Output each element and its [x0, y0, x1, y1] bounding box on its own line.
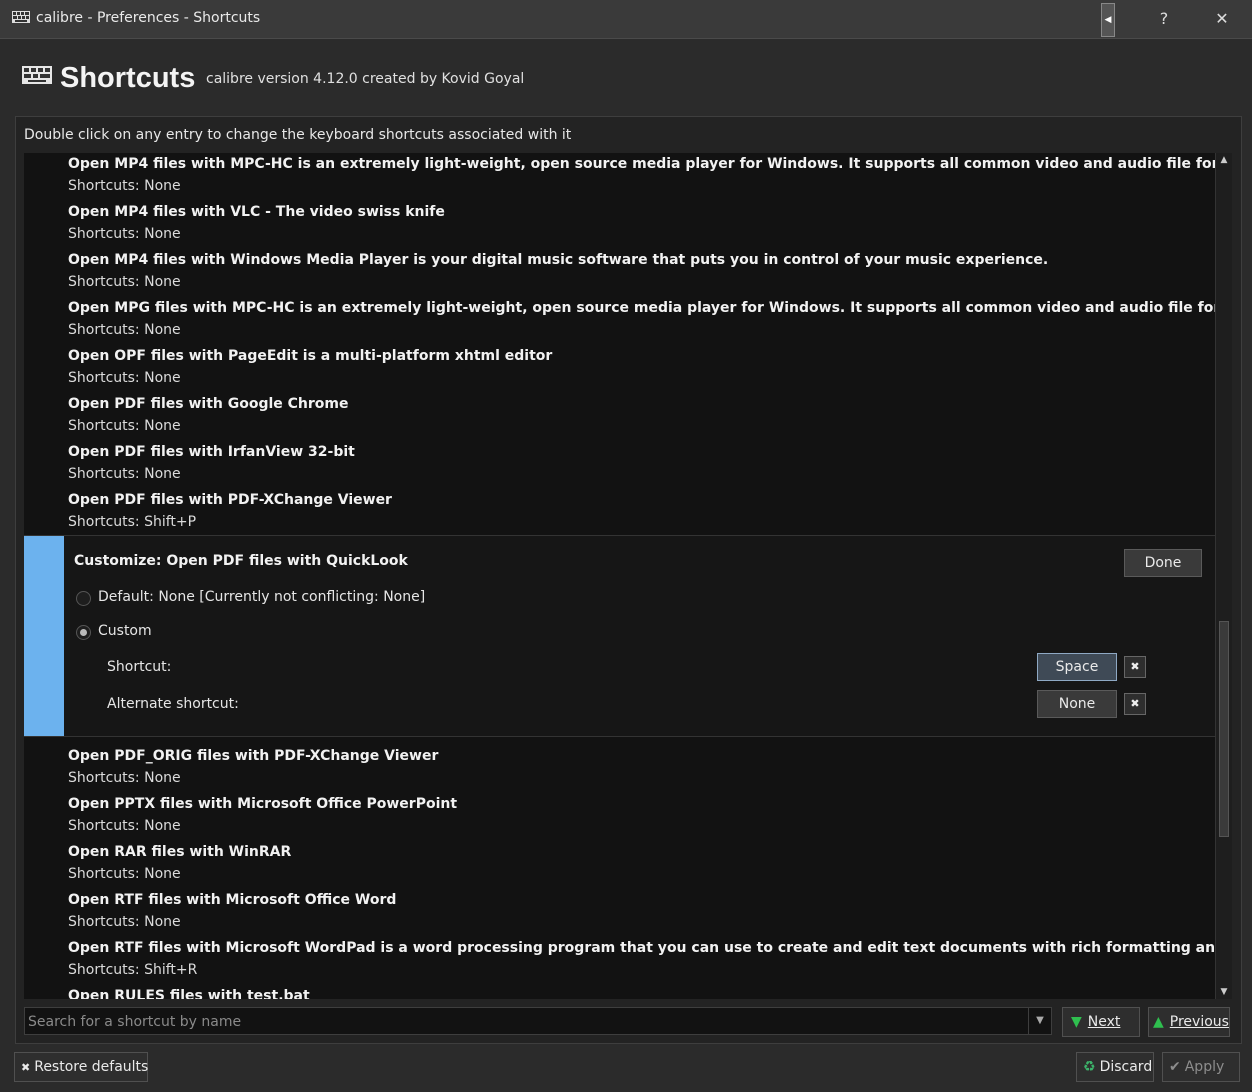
entry-shortcut: Shortcuts: None	[68, 226, 181, 242]
default-radio[interactable]	[76, 591, 91, 606]
entry-shortcut: Shortcuts: None	[68, 770, 181, 786]
discard-label: Discard	[1099, 1059, 1153, 1075]
shortcuts-panel: Double click on any entry to change the …	[15, 116, 1242, 1044]
entry-shortcut: Shortcuts: None	[68, 914, 181, 930]
entry-title: Open PDF files with IrfanView 32-bit	[68, 444, 355, 460]
shortcut-label: Shortcut:	[107, 659, 172, 675]
next-label: Next	[1087, 1014, 1121, 1030]
chevron-left-icon[interactable]: ◀	[1101, 3, 1115, 37]
keyboard-icon	[22, 66, 52, 84]
entry-title: Open MP4 files with Windows Media Player…	[68, 252, 1049, 268]
list-item[interactable]: Open PPTX files with Microsoft Office Po…	[68, 793, 1214, 841]
list-item[interactable]: Open RTF files with Microsoft WordPad is…	[68, 937, 1215, 985]
list-item[interactable]: Open MP4 files with MPC-HC is an extreme…	[68, 153, 1215, 201]
previous-label: Previous	[1169, 1014, 1229, 1030]
entry-shortcut: Shortcuts: None	[68, 466, 181, 482]
custom-radio[interactable]	[76, 625, 91, 640]
entry-shortcut: Shortcuts: None	[68, 818, 181, 834]
next-button[interactable]: ▼ Next	[1062, 1007, 1140, 1037]
check-circle-icon: ✔	[1169, 1059, 1181, 1075]
done-button[interactable]: Done	[1124, 549, 1202, 577]
list-item[interactable]: Open RULES files with test.bat	[68, 985, 1214, 999]
entry-shortcut: Shortcuts: None	[68, 418, 181, 434]
list-item[interactable]: Open MP4 files with VLC - The video swis…	[68, 201, 1214, 249]
entry-title: Open MP4 files with VLC - The video swis…	[68, 204, 445, 220]
entry-title: Open RTF files with Microsoft Office Wor…	[68, 892, 397, 908]
custom-label[interactable]: Custom	[98, 623, 152, 639]
title-bar: calibre - Preferences - Shortcuts ◀ ? ✕	[0, 0, 1252, 39]
window-title: calibre - Preferences - Shortcuts	[36, 10, 261, 26]
list-item[interactable]: Open PDF files with PDF-XChange Viewer S…	[68, 489, 1214, 537]
list-item[interactable]: Open RTF files with Microsoft Office Wor…	[68, 889, 1214, 937]
entry-title: Open PPTX files with Microsoft Office Po…	[68, 796, 458, 812]
scroll-up-icon[interactable]: ▲	[1216, 153, 1232, 167]
shortcuts-list[interactable]: Open MP4 files with MPC-HC is an extreme…	[24, 153, 1215, 999]
keyboard-icon	[12, 11, 30, 23]
close-button[interactable]: ✕	[1199, 0, 1245, 38]
entry-title: Open PDF files with PDF-XChange Viewer	[68, 492, 392, 508]
editor-title: Customize: Open PDF files with QuickLook	[74, 553, 408, 569]
entry-shortcut: Shortcuts: Shift+P	[68, 514, 197, 530]
list-item[interactable]: Open OPF files with PageEdit is a multi-…	[68, 345, 1214, 393]
entry-title: Open RULES files with test.bat	[68, 988, 310, 999]
triangle-up-icon: ▲	[1153, 1014, 1164, 1030]
selection-indicator	[24, 536, 64, 736]
search-box: ▼	[24, 1007, 1052, 1036]
entry-title: Open MPG files with MPC-HC is an extreme…	[68, 300, 1215, 316]
clear-icon[interactable]: ✖	[1124, 693, 1146, 715]
list-scrollbar[interactable]: ▲ ▼	[1215, 153, 1232, 999]
recycle-icon: ♻	[1083, 1059, 1096, 1075]
shortcut-editor: Customize: Open PDF files with QuickLook…	[24, 535, 1215, 737]
list-item[interactable]: Open PDF files with Google Chrome Shortc…	[68, 393, 1214, 441]
page-title: Shortcuts	[60, 62, 196, 94]
shortcut-button[interactable]: Space	[1037, 653, 1117, 681]
version-text: calibre version 4.12.0 created by Kovid …	[206, 71, 525, 87]
instructions-text: Double click on any entry to change the …	[24, 127, 572, 143]
previous-button[interactable]: ▲ Previous	[1148, 1007, 1230, 1037]
entry-title: Open PDF_ORIG files with PDF-XChange Vie…	[68, 748, 439, 764]
scroll-down-icon[interactable]: ▼	[1216, 985, 1232, 999]
entry-title: Open RAR files with WinRAR	[68, 844, 292, 860]
search-input[interactable]	[25, 1008, 1034, 1036]
entry-title: Open OPF files with PageEdit is a multi-…	[68, 348, 553, 364]
apply-label: Apply	[1184, 1059, 1225, 1075]
entry-shortcut: Shortcuts: None	[68, 370, 181, 386]
entry-title: Open RTF files with Microsoft WordPad is…	[68, 940, 1215, 956]
restore-defaults-button[interactable]: ✖ Restore defaults	[14, 1052, 148, 1082]
list-item[interactable]: Open PDF_ORIG files with PDF-XChange Vie…	[68, 745, 1214, 793]
entry-shortcut: Shortcuts: None	[68, 274, 181, 290]
list-item[interactable]: Open MPG files with MPC-HC is an extreme…	[68, 297, 1215, 345]
entry-title: Open PDF files with Google Chrome	[68, 396, 349, 412]
apply-button[interactable]: ✔ Apply	[1162, 1052, 1240, 1082]
triangle-down-icon: ▼	[1071, 1014, 1082, 1030]
entry-shortcut: Shortcuts: None	[68, 178, 181, 194]
entry-shortcut: Shortcuts: Shift+R	[68, 962, 198, 978]
entry-shortcut: Shortcuts: None	[68, 322, 181, 338]
scrollbar-thumb[interactable]	[1219, 621, 1229, 837]
clear-icon[interactable]: ✖	[1124, 656, 1146, 678]
list-item[interactable]: Open PDF files with IrfanView 32-bit Sho…	[68, 441, 1214, 489]
chevron-down-icon[interactable]: ▼	[1028, 1008, 1051, 1034]
alternate-shortcut-label: Alternate shortcut:	[107, 696, 239, 712]
restore-defaults-label: Restore defaults	[34, 1059, 149, 1075]
default-label[interactable]: Default: None [Currently not conflicting…	[98, 589, 425, 605]
list-item[interactable]: Open RAR files with WinRAR Shortcuts: No…	[68, 841, 1214, 889]
help-button[interactable]: ?	[1141, 0, 1187, 38]
alternate-shortcut-button[interactable]: None	[1037, 690, 1117, 718]
discard-button[interactable]: ♻ Discard	[1076, 1052, 1154, 1082]
entry-title: Open MP4 files with MPC-HC is an extreme…	[68, 156, 1215, 172]
clear-icon: ✖	[21, 1061, 31, 1074]
list-item[interactable]: Open MP4 files with Windows Media Player…	[68, 249, 1214, 297]
entry-shortcut: Shortcuts: None	[68, 866, 181, 882]
